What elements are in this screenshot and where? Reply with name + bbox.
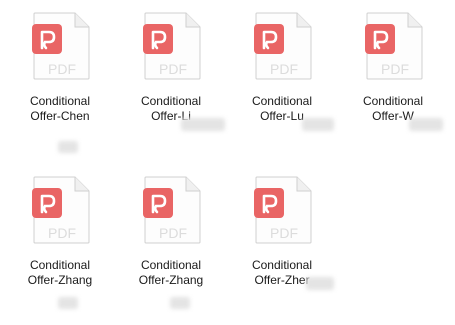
pdf-reader-logo-icon [365, 24, 395, 54]
pdf-reader-logo-icon [254, 24, 284, 54]
pdf-badge: PDF [48, 225, 76, 241]
pdf-file-icon: PDF [254, 12, 312, 80]
file-item-7[interactable]: PDF Conditional Offer-Zher [232, 164, 334, 304]
pdf-file-icon: PDF [143, 176, 201, 244]
pdf-reader-logo-icon [254, 188, 284, 218]
file-name: Conditional Offer-Chen [10, 94, 110, 124]
file-name-line1: Conditional [29, 258, 91, 272]
pdf-reader-logo-icon [143, 24, 173, 54]
redaction-blur [58, 297, 78, 309]
file-name: Conditional Offer-Zhang [10, 258, 110, 288]
pdf-badge: PDF [270, 61, 298, 77]
file-name-line1: Conditional [251, 258, 313, 272]
file-name-line1: Conditional [29, 94, 91, 108]
pdf-badge: PDF [159, 61, 187, 77]
redaction-blur [306, 277, 334, 290]
pdf-file-icon: PDF [32, 12, 90, 80]
pdf-file-icon: PDF [254, 176, 312, 244]
file-item-6[interactable]: PDF Conditional Offer-Zhang [121, 164, 221, 304]
file-name-line1: Conditional [362, 94, 424, 108]
pdf-file-icon: PDF [365, 12, 423, 80]
pdf-file-icon: PDF [143, 12, 201, 80]
file-name-line1: Conditional [140, 94, 202, 108]
pdf-reader-logo-icon [32, 188, 62, 218]
pdf-file-icon: PDF [32, 176, 90, 244]
pdf-badge: PDF [381, 61, 409, 77]
redaction-blur [302, 118, 334, 131]
file-item-5[interactable]: PDF Conditional Offer-Zhang [10, 164, 110, 304]
pdf-badge: PDF [48, 61, 76, 77]
pdf-badge: PDF [159, 225, 187, 241]
file-name-line2: Offer-Zhang [27, 273, 93, 287]
file-item-1[interactable]: PDF Conditional Offer-Chen [10, 0, 110, 140]
redaction-blur [170, 297, 190, 309]
redaction-blur [181, 118, 225, 131]
file-item-3[interactable]: PDF Conditional Offer-Lu [232, 0, 334, 140]
file-item-2[interactable]: PDF Conditional Offer-Li [121, 0, 225, 140]
file-name-line1: Conditional [140, 258, 202, 272]
file-name: Conditional Offer-Zhang [121, 258, 221, 288]
file-name-line2: Offer-Chen [30, 109, 90, 123]
pdf-reader-logo-icon [143, 188, 173, 218]
redaction-blur [58, 141, 78, 153]
file-name-line1: Conditional [251, 94, 313, 108]
pdf-badge: PDF [270, 225, 298, 241]
pdf-reader-logo-icon [32, 24, 62, 54]
redaction-blur [409, 118, 443, 131]
file-name-line2: Offer-Zhang [138, 273, 204, 287]
file-item-4[interactable]: PDF Conditional Offer-W [343, 0, 443, 140]
file-grid: PDF Conditional Offer-Chen PDF Condition… [0, 0, 455, 325]
